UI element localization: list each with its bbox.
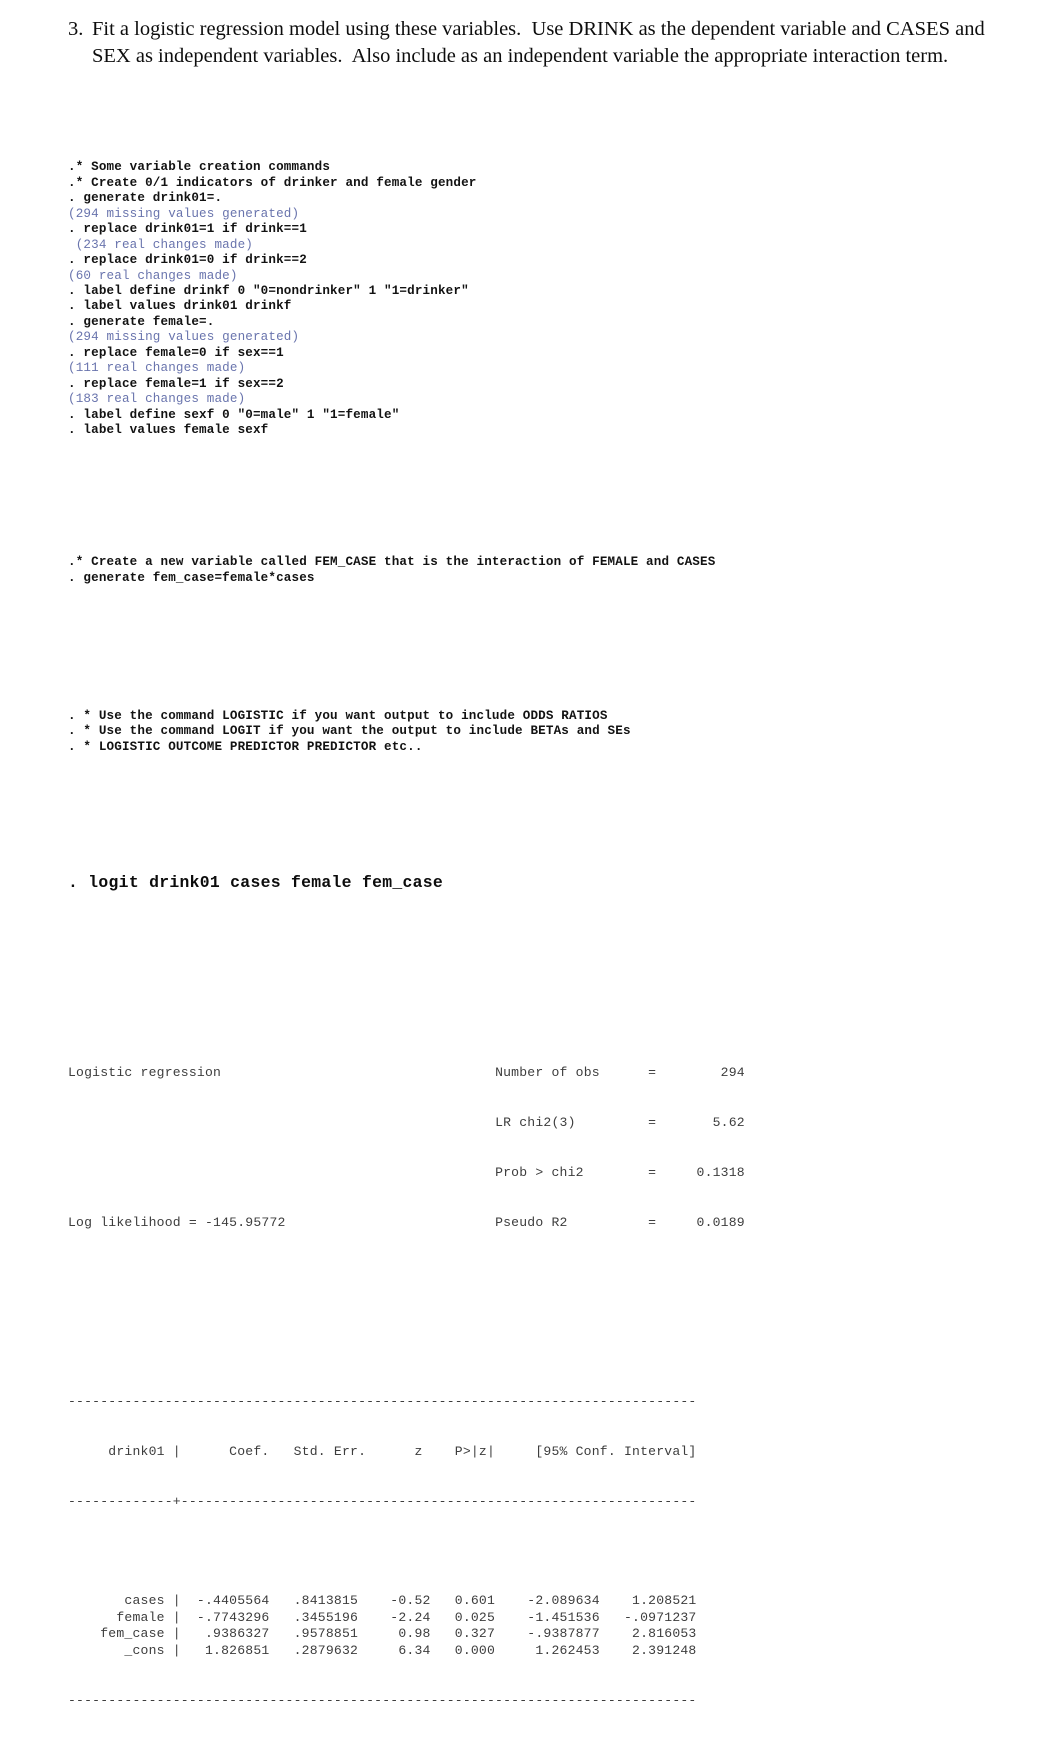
stat-equals-2: = [648, 1164, 657, 1180]
variable-creation-line-15: (183 real changes made) [68, 392, 246, 407]
stat-value-3: 0.0189 [656, 1214, 745, 1230]
summary-left-blank [68, 1165, 495, 1180]
regression-summary-row-0: Logistic regression Number of obs = 294 [68, 1065, 998, 1082]
stat-label-3: Pseudo R2 [495, 1214, 649, 1230]
stat-equals-1: = [648, 1115, 657, 1131]
stat-label-0: Number of obs [495, 1065, 649, 1081]
stat-equals-0: = [648, 1065, 657, 1081]
variable-creation-line-14: . replace female=1 if sex==2 [68, 376, 284, 391]
question-block: 3. Fit a logistic regression model using… [68, 16, 1028, 70]
variable-creation-line-12: . replace female=0 if sex==1 [68, 345, 284, 360]
table-body: cases | -.4405564 .8413815 -0.52 0.601 -… [68, 1593, 998, 1659]
table-rule-bottom: ----------------------------------------… [68, 1692, 697, 1708]
stat-value-2: 0.1318 [656, 1164, 745, 1180]
regression-title: Logistic regression [68, 1065, 496, 1081]
console-spacer [68, 1329, 998, 1344]
console-spacer [68, 1281, 998, 1296]
console-spacer [68, 802, 998, 826]
notes-line-0: . * Use the command LOGISTIC if you want… [68, 708, 608, 723]
variable-creation-line-10: . generate female=. [68, 314, 215, 329]
stat-label-1: LR chi2(3) [495, 1115, 649, 1131]
variable-creation-line-6: . replace drink01=0 if drink==2 [68, 253, 307, 268]
console-block-notes: . * Use the command LOGISTIC if you want… [68, 709, 998, 755]
variable-creation-line-5: (234 real changes made) [68, 237, 253, 252]
question-text: Fit a logistic regression model using th… [92, 18, 990, 67]
variable-creation-line-13: (111 real changes made) [68, 361, 246, 376]
interaction-line-1: . generate fem_case=female*cases [68, 570, 315, 585]
console-spacer [68, 633, 998, 663]
variable-creation-line-17: . label values female sexf [68, 423, 269, 438]
table-row: fem_case | .9386327 .9578851 0.98 0.327 … [68, 1626, 697, 1642]
logit-command-line: . logit drink01 cases female fem_case [68, 872, 444, 892]
table-header-row: drink01 | Coef. Std. Err. z P>|z| [95% C… [68, 1443, 697, 1459]
console-spacer [68, 940, 998, 970]
regression-output: Logistic regression Number of obs = 294 … [68, 1032, 998, 1742]
table-blank-row [68, 1543, 998, 1560]
regression-summary-row-3: Log likelihood = -145.95772 Pseudo R2 = … [68, 1215, 998, 1232]
summary-left-blank [68, 1115, 495, 1130]
variable-creation-line-1: .* Create 0/1 indicators of drinker and … [68, 175, 477, 190]
log-likelihood: Log likelihood = -145.95772 [68, 1214, 496, 1230]
variable-creation-line-11: (294 missing values generated) [68, 330, 300, 345]
stat-label-2: Prob > chi2 [495, 1164, 649, 1180]
stat-value-0: 294 [656, 1065, 745, 1081]
table-row: cases | -.4405564 .8413815 -0.52 0.601 -… [68, 1593, 697, 1609]
variable-creation-line-7: (60 real changes made) [68, 268, 238, 283]
variable-creation-line-16: . label define sexf 0 "0=male" 1 "1=fema… [68, 407, 400, 422]
variable-creation-line-8: . label define drinkf 0 "0=nondrinker" 1… [68, 283, 469, 298]
notes-line-1: . * Use the command LOGIT if you want th… [68, 724, 631, 739]
console-spacer [68, 485, 998, 509]
console-block-interaction: .* Create a new variable called FEM_CASE… [68, 555, 998, 586]
variable-creation-line-0: .* Some variable creation commands [68, 160, 331, 175]
table-row: female | -.7743296 .3455196 -2.24 0.025 … [68, 1609, 697, 1625]
variable-creation-line-4: . replace drink01=1 if drink==1 [68, 222, 307, 237]
question-number: 3. [68, 18, 84, 40]
regression-summary-row-1: LR chi2(3) = 5.62 [68, 1115, 998, 1132]
variable-creation-line-3: (294 missing values generated) [68, 206, 300, 221]
table-row: _cons | 1.826851 .2879632 6.34 0.000 1.2… [68, 1642, 697, 1658]
table-rule-mid: -------------+--------------------------… [68, 1493, 697, 1509]
variable-creation-line-9: . label values drink01 drinkf [68, 299, 292, 314]
stata-console: .* Some variable creation commands .* Cre… [68, 114, 998, 1758]
console-block-variable-creation: .* Some variable creation commands .* Cre… [68, 160, 998, 438]
interaction-line-0: .* Create a new variable called FEM_CASE… [68, 555, 716, 570]
stat-value-1: 5.62 [656, 1115, 745, 1131]
variable-creation-line-2: . generate drink01=. [68, 191, 223, 206]
table-rule-top: ----------------------------------------… [68, 1393, 697, 1409]
stat-equals-3: = [648, 1214, 657, 1230]
notes-line-2: . * LOGISTIC OUTCOME PREDICTOR PREDICTOR… [68, 739, 423, 754]
regression-summary-row-2: Prob > chi2 = 0.1318 [68, 1165, 998, 1182]
